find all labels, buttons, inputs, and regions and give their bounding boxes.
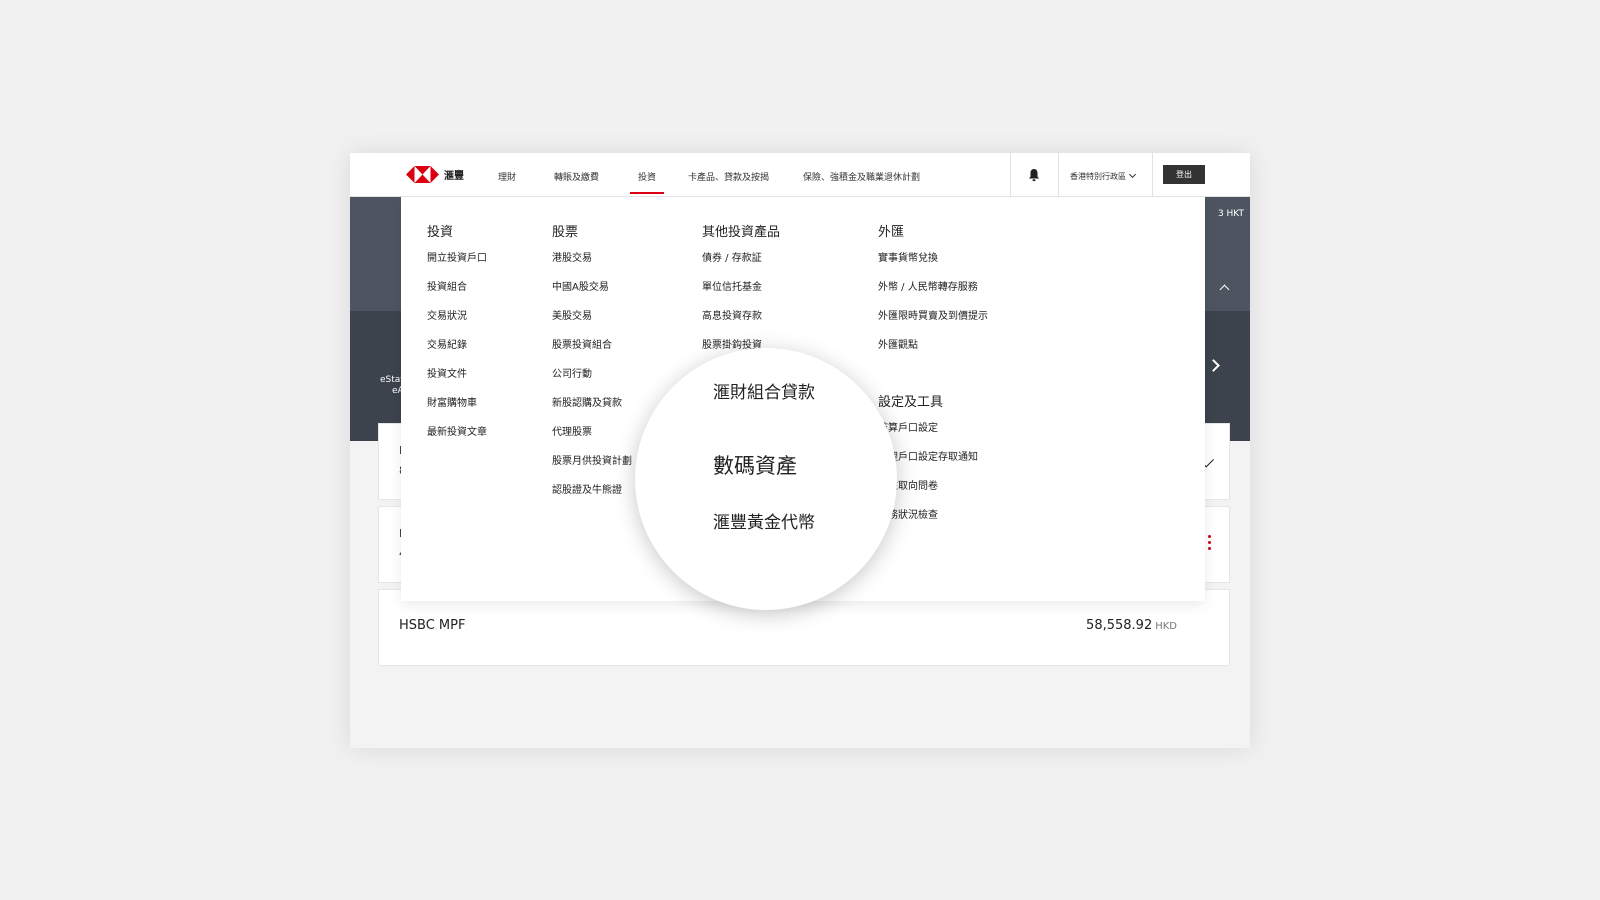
nav-item-cards-loans[interactable]: 卡產品、貸款及按揭	[688, 170, 769, 183]
menu-link[interactable]: 股票月供投資計劃	[552, 456, 632, 485]
menu-link[interactable]: 認股證及牛熊證	[552, 485, 632, 514]
menu-link[interactable]: 投資組合	[427, 282, 487, 311]
nav-divider	[1152, 153, 1153, 196]
mpf-account-name: HSBC MPF	[399, 618, 466, 633]
logout-button[interactable]: 登出	[1163, 165, 1205, 184]
nav-item-transfers[interactable]: 轉賬及繳費	[554, 170, 599, 183]
menu-column-heading-settings: 設定及工具	[878, 395, 944, 410]
menu-column-heading: 外匯	[878, 225, 905, 240]
menu-link[interactable]: 實事貨幣兌換	[878, 253, 988, 282]
menu-link[interactable]: 美股交易	[552, 311, 632, 340]
mpf-currency: HKD	[1155, 621, 1177, 632]
menu-link[interactable]: 債券 / 存款証	[702, 253, 780, 282]
menu-link[interactable]: 港股交易	[552, 253, 632, 282]
menu-column-stocks: 股票 港股交易 中國A股交易 美股交易 股票投資組合 公司行動 新股認購及貸款 …	[552, 221, 632, 514]
menu-link[interactable]: 交易紀錄	[427, 340, 487, 369]
nav-item-investments[interactable]: 投資	[629, 170, 665, 194]
menu-link[interactable]: 中國A股交易	[552, 282, 632, 311]
menu-link[interactable]: 最新投資文章	[427, 427, 487, 456]
menu-link[interactable]: 投資文件	[427, 369, 487, 398]
menu-column-investments: 投資 開立投資戶口 投資組合 交易狀況 交易紀錄 投資文件 財富購物車 最新投資…	[427, 221, 487, 456]
menu-link[interactable]: 新股認購及貸款	[552, 398, 632, 427]
region-label: 香港特別行政區	[1070, 172, 1126, 181]
top-navigation: 滙豐 理財 轉賬及繳費 投資 卡產品、貸款及按揭 保險、強積金及職業退休計劃 香…	[350, 153, 1250, 197]
logo-text: 滙豐	[444, 171, 464, 182]
menu-column-heading: 股票	[552, 225, 579, 240]
menu-link-digital-assets[interactable]: 數碼資產	[713, 450, 797, 480]
nav-divider	[1010, 153, 1011, 196]
menu-link[interactable]: 單位信托基金	[702, 282, 780, 311]
timestamp-label: 3 HKT	[1217, 209, 1244, 219]
magnifier-callout: 滙財組合貸款 數碼資產 滙豐黃金代幣	[635, 348, 897, 610]
nav-divider	[1058, 153, 1059, 196]
menu-link-gold-token[interactable]: 滙豐黃金代幣	[713, 508, 815, 533]
menu-link[interactable]: 財務狀況檢查	[878, 510, 978, 539]
menu-link[interactable]: 交易狀況	[427, 311, 487, 340]
menu-link[interactable]: 外匯限時買賣及到價提示	[878, 311, 988, 340]
menu-link[interactable]: 高息投資存款	[702, 311, 780, 340]
chevron-down-icon	[1128, 170, 1137, 179]
mpf-amount: 58,558.92	[1086, 618, 1153, 633]
menu-link[interactable]: 外幣 / 人民幣轉存服務	[878, 282, 988, 311]
hsbc-logo[interactable]: 滙豐	[406, 166, 464, 183]
region-selector[interactable]: 香港特別行政區	[1070, 170, 1137, 182]
bell-icon[interactable]	[1028, 168, 1040, 182]
menu-link[interactable]: 財富購物車	[427, 398, 487, 427]
menu-link[interactable]: 開立投資戶口	[427, 253, 487, 282]
menu-link[interactable]: 公司行動	[552, 369, 632, 398]
menu-link[interactable]: 外匯觀點	[878, 340, 988, 369]
menu-column-heading: 投資	[427, 225, 454, 240]
menu-column-other-products: 其他投資產品 債券 / 存款証 單位信托基金 高息投資存款 股票掛鈎投資	[702, 221, 780, 369]
menu-link[interactable]: 代理股票	[552, 427, 632, 456]
menu-link[interactable]: 股票投資組合	[552, 340, 632, 369]
hsbc-hexagon-icon	[406, 166, 439, 183]
menu-link-portfolio-loan[interactable]: 滙財組合貸款	[713, 378, 815, 403]
more-options-icon[interactable]	[1208, 535, 1211, 553]
nav-item-wealth[interactable]: 理財	[498, 170, 516, 183]
mpf-balance: 58,558.92 HKD	[1086, 618, 1177, 633]
nav-item-insurance-mpf[interactable]: 保險、強積金及職業退休計劃	[803, 170, 920, 183]
menu-column-heading: 其他投資產品	[702, 225, 781, 240]
menu-column-fx: 外匯 實事貨幣兌換 外幣 / 人民幣轉存服務 外匯限時買賣及到價提示 外匯觀點	[878, 221, 988, 369]
